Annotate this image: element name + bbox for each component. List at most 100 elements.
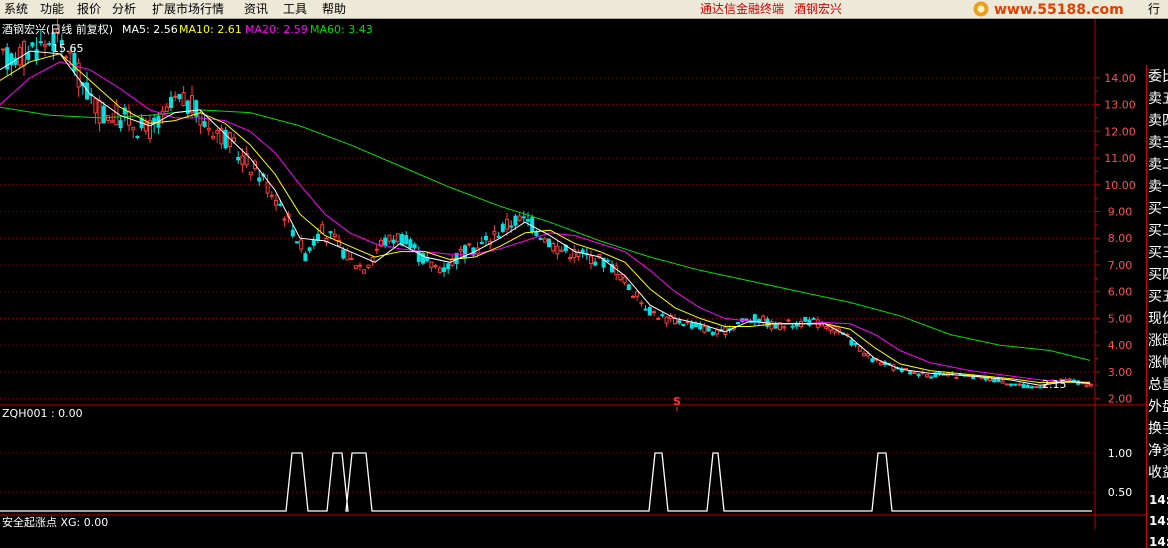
price-axis-labels: 14.00 13.00 12.00 11.00 10.00 9.00 8.00 7.00 6.0… bbox=[1095, 72, 1136, 406]
ma60-legend: MA60: 3.43 bbox=[310, 23, 373, 36]
candle-down bbox=[593, 261, 598, 266]
candle-up bbox=[110, 120, 115, 123]
high-marker: 15.65 bbox=[52, 42, 84, 55]
candle-down bbox=[803, 316, 808, 322]
candle-up bbox=[639, 302, 644, 305]
candle-down bbox=[677, 320, 682, 324]
candle-up bbox=[387, 234, 392, 242]
candle-up bbox=[269, 194, 274, 197]
price-axis-label: 6.00 bbox=[1108, 286, 1133, 299]
candle-down bbox=[1021, 383, 1026, 389]
candle-down bbox=[992, 378, 997, 383]
ma60-line bbox=[0, 106, 1091, 361]
indicator-signal-line bbox=[0, 452, 1092, 512]
side-sell4: 卖四 bbox=[1148, 113, 1168, 129]
candle-down bbox=[689, 322, 694, 329]
candle-up bbox=[631, 295, 635, 298]
candle-up bbox=[240, 155, 245, 165]
candle-down bbox=[257, 177, 262, 182]
side-income: 收益 bbox=[1148, 465, 1168, 481]
candle-up bbox=[164, 106, 169, 113]
kline-chart[interactable]: 14.00 13.00 12.00 11.00 10.00 9.00 8.00 7.00 6.0… bbox=[0, 17, 1168, 529]
candle-up bbox=[173, 95, 178, 98]
candle-down bbox=[736, 322, 740, 325]
candle-down bbox=[303, 253, 308, 262]
indicator-axis-1: 1.00 bbox=[1108, 447, 1133, 460]
menu-news[interactable]: 资讯 bbox=[244, 1, 268, 17]
candle-up bbox=[656, 317, 661, 320]
menu-extended-market[interactable]: 扩展市场行情 bbox=[152, 1, 224, 17]
candle-up bbox=[1034, 385, 1039, 388]
candle-up bbox=[248, 171, 253, 176]
candle-down bbox=[295, 241, 299, 244]
candle-down bbox=[521, 216, 526, 219]
menu-tools[interactable]: 工具 bbox=[283, 1, 307, 17]
candle-down bbox=[538, 237, 543, 240]
price-axis-label: 12.00 bbox=[1104, 125, 1136, 138]
price-axis-label: 10.00 bbox=[1104, 179, 1136, 192]
candle-up bbox=[274, 199, 278, 206]
ma10-legend: MA10: 2.61 bbox=[179, 23, 242, 36]
candle-up bbox=[551, 243, 556, 252]
candle-down bbox=[72, 52, 77, 72]
candle-down bbox=[694, 322, 698, 328]
menu-function[interactable]: 功能 bbox=[40, 1, 64, 17]
ma5-line bbox=[0, 50, 1091, 386]
candle-up bbox=[43, 44, 47, 47]
candle-down bbox=[177, 94, 182, 99]
candle-up bbox=[761, 315, 766, 324]
candle-up bbox=[22, 41, 26, 66]
side-outer: 外盘 bbox=[1148, 399, 1168, 415]
candle-up bbox=[211, 135, 215, 139]
side-buy5: 买五 bbox=[1148, 289, 1168, 305]
candle-down bbox=[236, 156, 241, 161]
candle-up bbox=[358, 264, 362, 267]
price-grid bbox=[0, 77, 1095, 400]
candle-up bbox=[206, 127, 211, 131]
side-buy4: 买四 bbox=[1148, 267, 1168, 283]
candle-down bbox=[513, 215, 518, 226]
candle-up bbox=[715, 329, 719, 335]
candle-down bbox=[446, 263, 451, 270]
price-axis-label: 3.00 bbox=[1108, 366, 1133, 379]
ma20-line bbox=[0, 61, 1091, 384]
side-now: 现价 bbox=[1148, 311, 1168, 327]
price-axis-label: 9.00 bbox=[1108, 206, 1133, 219]
menu-help[interactable]: 帮助 bbox=[322, 1, 346, 17]
chart-window: 14.00 13.00 12.00 11.00 10.00 9.00 8.00 7.00 6.0… bbox=[0, 17, 1168, 548]
candle-down bbox=[26, 52, 31, 60]
candle-down bbox=[681, 323, 686, 327]
menu-analysis[interactable]: 分析 bbox=[112, 1, 136, 17]
candle-up bbox=[429, 261, 434, 268]
candle-up bbox=[353, 265, 358, 269]
candle-up bbox=[1088, 383, 1093, 387]
chart-title: 酒钢宏兴(日线 前复权) bbox=[2, 22, 113, 36]
candle-down bbox=[341, 249, 346, 259]
candle-down bbox=[1013, 383, 1018, 386]
candle-down bbox=[647, 306, 652, 316]
candle-down bbox=[509, 225, 514, 228]
candle-up bbox=[1017, 383, 1022, 386]
price-axis-label: 14.00 bbox=[1104, 72, 1136, 85]
candle-up bbox=[635, 291, 640, 297]
side-buy2: 买二 bbox=[1148, 223, 1168, 239]
candle-down bbox=[643, 308, 648, 311]
candle-up bbox=[282, 218, 287, 221]
candle-down bbox=[316, 233, 320, 241]
candle-down bbox=[807, 319, 812, 326]
candle-down bbox=[526, 219, 530, 222]
candle-up bbox=[492, 230, 497, 235]
candle-up bbox=[618, 273, 623, 281]
menu-system[interactable]: 系统 bbox=[4, 1, 28, 17]
candle-up bbox=[786, 319, 791, 322]
candle-up bbox=[366, 264, 371, 269]
candle-up bbox=[769, 321, 774, 330]
candle-down bbox=[1009, 383, 1013, 386]
logo-text: www.55188.com bbox=[994, 2, 1124, 18]
menu-quote[interactable]: 报价 bbox=[77, 1, 101, 17]
candle-up bbox=[1084, 384, 1089, 387]
candle-up bbox=[114, 104, 119, 126]
ma5-legend: MA5: 2.56 bbox=[122, 23, 178, 36]
side-net: 净资 bbox=[1148, 443, 1168, 459]
candle-down bbox=[870, 358, 875, 363]
